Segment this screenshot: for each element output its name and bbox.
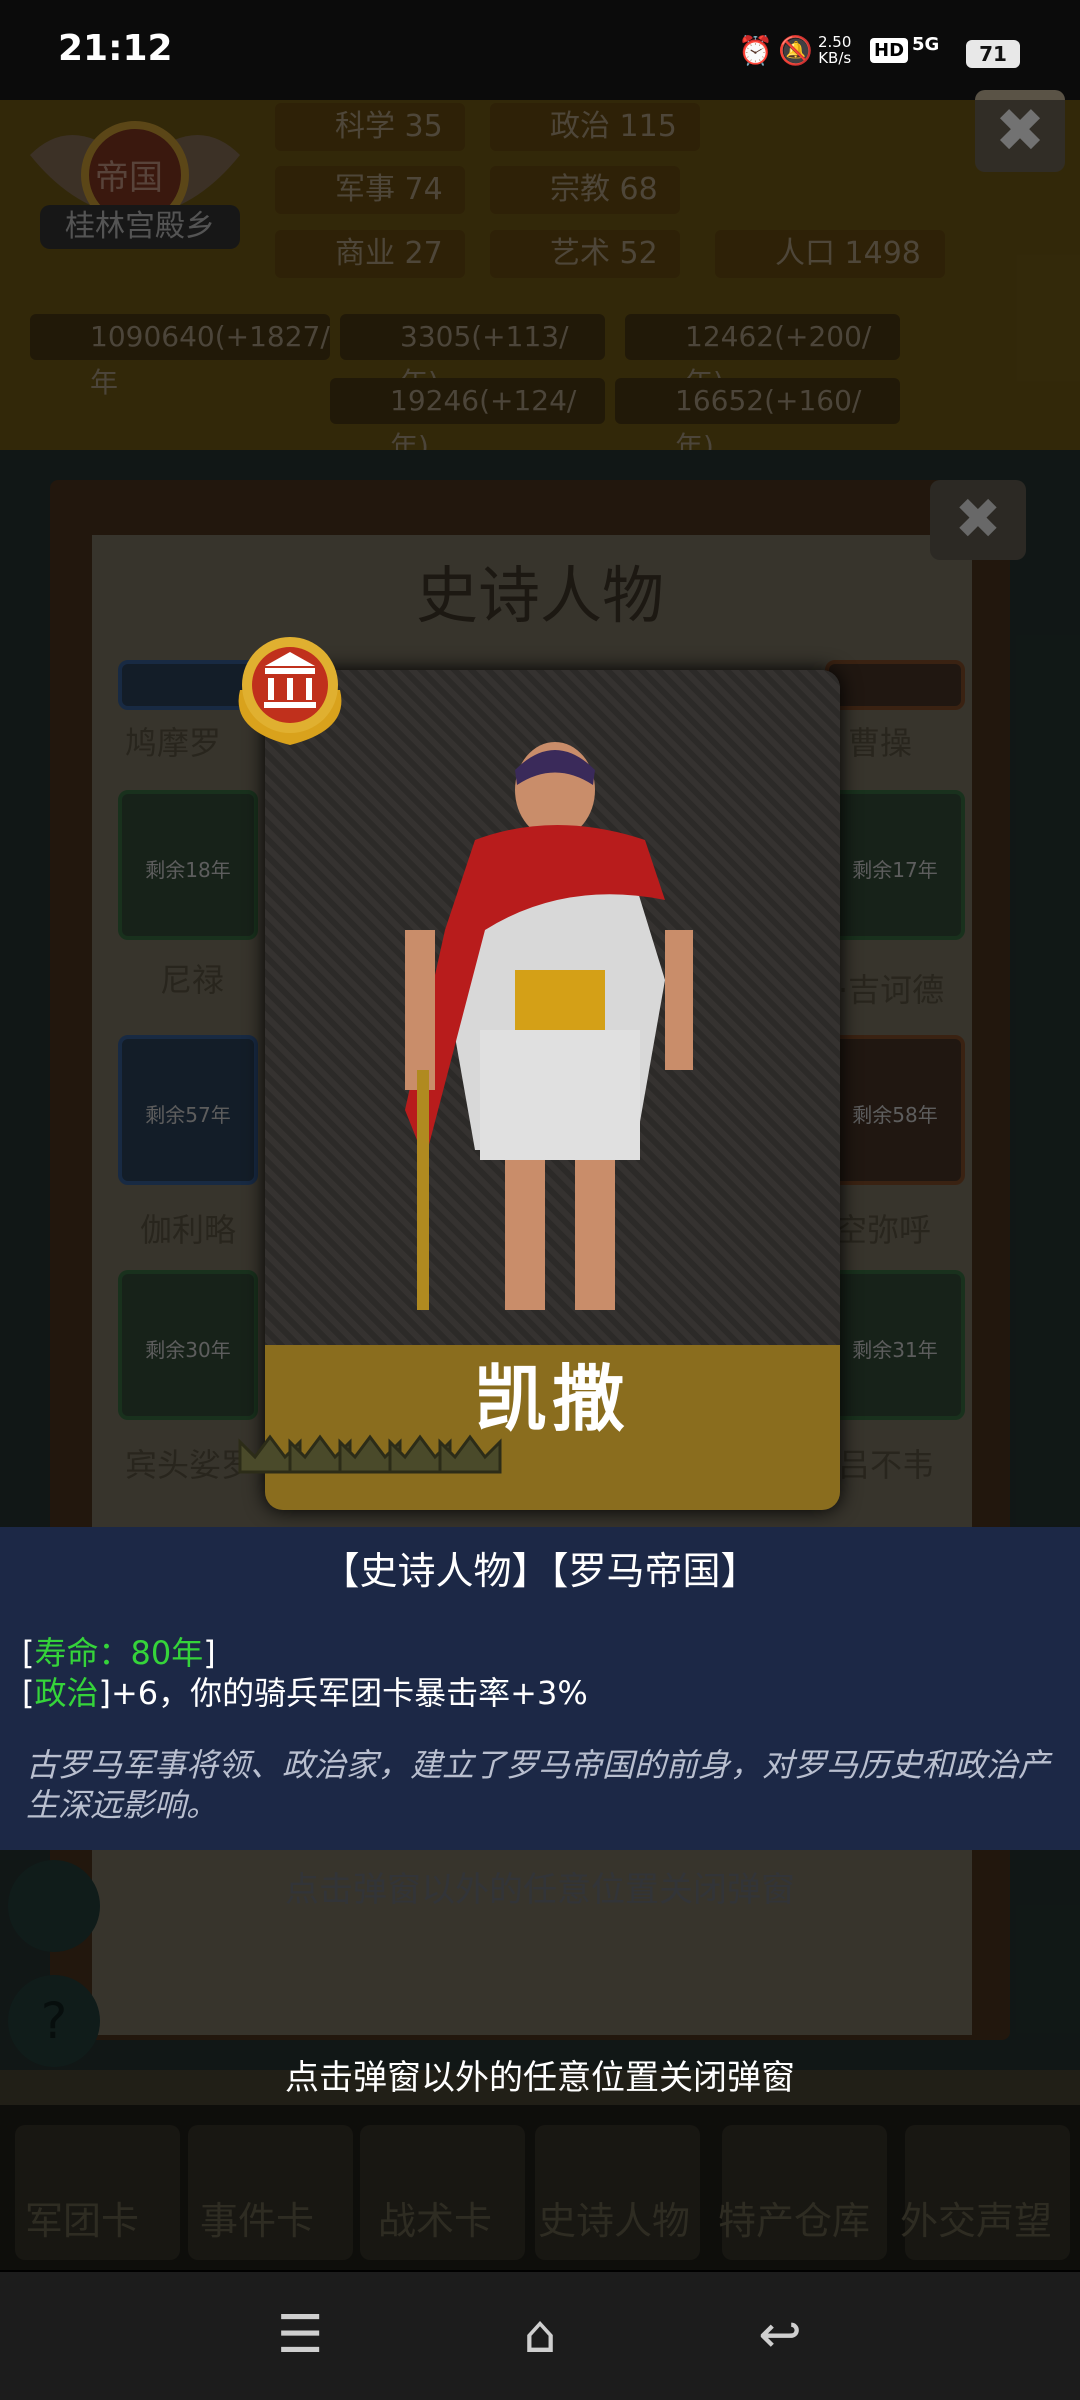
close-hint: 点击弹窗以外的任意位置关闭弹窗 (285, 2058, 795, 2098)
hd-badge: HD (870, 38, 909, 63)
net-speed: 2.50 KB/s (818, 33, 852, 67)
character-name: 凯撒 (474, 1357, 631, 1441)
battery-icon: 71 (966, 40, 1020, 68)
mute-icon: 🔕 (778, 34, 813, 67)
back-icon[interactable]: ↩ (740, 2300, 820, 2370)
signal-icon: 5G (912, 34, 940, 55)
star-crowns-icon (238, 1434, 502, 1474)
character-tags: 【史诗人物】【罗马帝国】 (321, 1549, 759, 1593)
alarm-icon: ⏰ (738, 34, 773, 67)
character-description: 古罗马军事将领、政治家，建立了罗马帝国的前身，对罗马历史和政治产生深远影响。 (26, 1746, 1051, 1824)
politics-badge-icon (238, 637, 342, 745)
attr-politics: [政治]+6，你的骑兵军团卡暴击率+3% (22, 1674, 588, 1712)
caesar-portrait (405, 742, 693, 1310)
clock: 21:12 (58, 28, 173, 69)
home-icon[interactable]: ⌂ (500, 2300, 580, 2370)
menu-icon[interactable]: ☰ (260, 2300, 340, 2370)
status-bar: 21:12 ⏰ 🔕 2.50 KB/s HD 5G 71 (0, 0, 1080, 100)
